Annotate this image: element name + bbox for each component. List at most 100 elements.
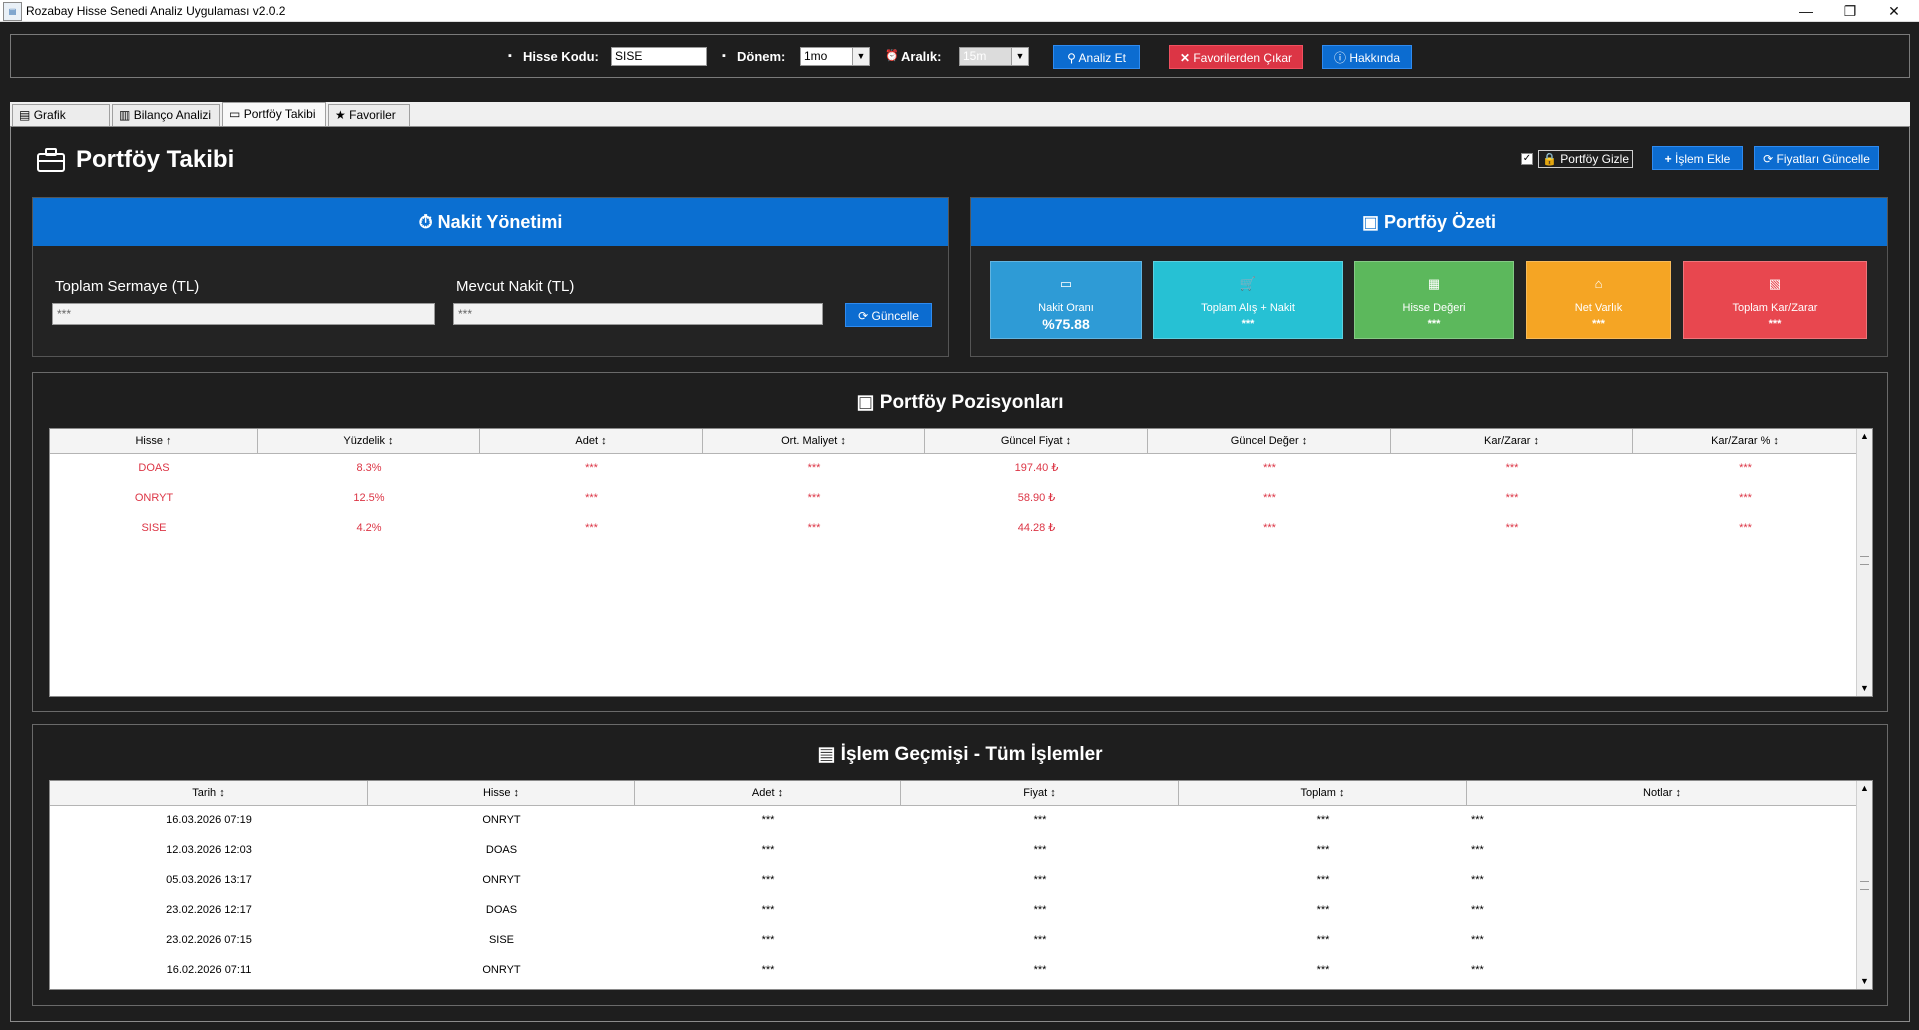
portfolio-summary-header: ▣ Portföy Özeti [971, 198, 1887, 246]
refresh-icon: ⟳ [1763, 152, 1774, 166]
clipboard-icon: ▤ [817, 744, 836, 765]
analyze-button[interactable]: ⚲ Analiz Et [1053, 45, 1140, 69]
history-title: İşlem Geçmişi - Tüm İşlemler [840, 744, 1103, 765]
table-cell: 23.02.2026 12:17 [166, 904, 252, 916]
table-cell: *** [1471, 874, 1484, 886]
column-header[interactable]: Hisse ↕ [368, 781, 635, 805]
update-prices-button[interactable]: ⟳ Fiyatları Güncelle [1754, 146, 1879, 170]
hide-portfolio-toggle[interactable]: 🔒 Portföy Gizle [1538, 150, 1633, 168]
summary-card-label: Nakit Oranı [1038, 302, 1094, 314]
table-cell: *** [807, 462, 821, 474]
scroll-grip[interactable] [1860, 881, 1869, 890]
table-row[interactable]: 16.03.2026 07:19 ONRYT *** *** *** *** [50, 805, 1858, 835]
table-cell: *** [1471, 964, 1484, 976]
add-transaction-button[interactable]: + İşlem Ekle [1652, 146, 1743, 170]
table-row[interactable]: 05.03.2026 13:17 ONRYT *** *** *** *** [50, 865, 1858, 895]
scroll-up-icon[interactable]: ▲ [1857, 781, 1872, 796]
table-cell: *** [761, 844, 775, 856]
scroll-down-icon[interactable]: ▼ [1857, 974, 1872, 989]
portfolio-summary-title: Portföy Özeti [1384, 212, 1497, 232]
update-cash-button-label: Güncelle [871, 309, 919, 323]
close-button[interactable]: ✕ [1874, 0, 1914, 22]
minimize-button[interactable]: — [1786, 0, 1826, 22]
column-header[interactable]: Tarih ↕ [50, 781, 368, 805]
column-header[interactable]: Notlar ↕ [1467, 781, 1858, 805]
calendar-icon: ▪ [722, 50, 726, 62]
table-cell: *** [585, 522, 598, 534]
table-cell: 16.02.2026 07:11 [166, 964, 252, 976]
stock-code-input[interactable]: SISE [611, 47, 707, 66]
remove-favorite-button[interactable]: ✕ Favorilerden Çıkar [1169, 45, 1303, 69]
positions-scrollbar[interactable]: ▲ ▼ [1856, 429, 1872, 696]
tab-favoriler[interactable]: ★ Favoriler [328, 104, 410, 126]
current-cash-input[interactable]: *** [453, 303, 823, 325]
scroll-down-icon[interactable]: ▼ [1857, 681, 1872, 696]
column-header[interactable]: Adet ↕ [480, 429, 703, 453]
chevron-down-icon[interactable]: ▼ [1011, 48, 1028, 65]
tab-bilanco-analizi[interactable]: ▥ Bilanço Analizi [112, 104, 220, 126]
table-cell: *** [1263, 522, 1276, 534]
tab-portfoy-takibi[interactable]: ▭ Portföy Takibi [222, 102, 326, 126]
about-button[interactable]: ⓘ Hakkında [1322, 45, 1412, 69]
table-cell: *** [1263, 462, 1276, 474]
column-header[interactable]: Yüzdelik ↕ [258, 429, 480, 453]
history-scrollbar[interactable]: ▲ ▼ [1856, 781, 1872, 989]
column-header[interactable]: Ort. Maliyet ↕ [703, 429, 925, 453]
table-row[interactable]: 12.03.2026 12:03 DOAS *** *** *** *** [50, 835, 1858, 865]
table-row[interactable]: ONRYT 12.5% *** *** 58.90 ₺ *** *** *** [50, 483, 1858, 513]
column-header[interactable]: Adet ↕ [635, 781, 901, 805]
table-cell: *** [761, 964, 775, 976]
table-row[interactable]: DOAS 8.3% *** *** 197.40 ₺ *** *** *** [50, 453, 1858, 483]
column-header[interactable]: Fiyat ↕ [901, 781, 1179, 805]
maximize-button[interactable]: ❐ [1830, 0, 1870, 22]
add-transaction-button-label: İşlem Ekle [1675, 152, 1731, 166]
hide-portfolio-label: Portföy Gizle [1560, 152, 1629, 166]
period-select[interactable]: 1mo ▼ [800, 47, 870, 66]
column-header[interactable]: Kar/Zarar % ↕ [1633, 429, 1858, 453]
history-section: ▤ İşlem Geçmişi - Tüm İşlemler Tarih ↕ Hi… [32, 724, 1888, 1006]
chevron-down-icon[interactable]: ▼ [852, 48, 869, 65]
column-header[interactable]: Güncel Fiyat ↕ [925, 429, 1148, 453]
toolbar: ▪ Hisse Kodu: SISE ▪ Dönem: 1mo ▼ ⏰ Aral… [10, 34, 1910, 78]
table-cell: *** [807, 492, 821, 504]
table-cell: DOAS [485, 844, 518, 856]
table-cell: 12.03.2026 12:03 [166, 844, 252, 856]
history-header: ▤ İşlem Geçmişi - Tüm İşlemler [33, 743, 1887, 766]
table-cell: *** [1739, 492, 1752, 504]
table-row[interactable]: 16.02.2026 07:11 ONRYT *** *** *** *** [50, 955, 1858, 985]
scroll-up-icon[interactable]: ▲ [1857, 429, 1872, 444]
table-row[interactable]: SISE 4.2% *** *** 44.28 ₺ *** *** *** [50, 513, 1858, 543]
interval-value: 15m [963, 49, 987, 63]
table-cell: *** [1033, 934, 1047, 946]
info-icon: ⓘ [1333, 51, 1346, 65]
column-header[interactable]: Güncel Değer ↕ [1148, 429, 1391, 453]
column-header[interactable]: Hisse ↑ [50, 429, 258, 453]
table-cell: *** [1471, 904, 1484, 916]
table-cell: *** [807, 522, 821, 534]
total-capital-input[interactable]: *** [52, 303, 435, 325]
scroll-grip[interactable] [1860, 556, 1869, 565]
close-icon: ✕ [1179, 51, 1190, 65]
tab-grafik-analizi[interactable]: ▤ Grafik Analizi [12, 104, 110, 143]
summary-card: ▦ Hisse Değeri *** [1354, 261, 1514, 339]
summary-card-value: *** [1768, 318, 1782, 330]
stopwatch-icon: ⏱ [418, 212, 433, 232]
table-row[interactable]: 23.02.2026 07:15 SISE *** *** *** *** [50, 925, 1858, 955]
cash-management-title: Nakit Yönetimi [437, 212, 563, 232]
table-cell: ONRYT [134, 492, 174, 504]
column-header[interactable]: Toplam ↕ [1179, 781, 1467, 805]
table-cell: *** [1471, 844, 1484, 856]
column-header[interactable]: Kar/Zarar ↕ [1391, 429, 1633, 453]
total-capital-label: Toplam Sermaye (TL) [55, 278, 200, 295]
table-row[interactable]: 23.02.2026 12:17 DOAS *** *** *** *** [50, 895, 1858, 925]
summary-card-label: Hisse Değeri [1402, 302, 1466, 314]
table-cell: *** [1739, 522, 1752, 534]
search-icon: ⚲ [1067, 51, 1076, 65]
interval-select[interactable]: 15m ▼ [959, 47, 1029, 66]
table-cell: *** [1739, 462, 1752, 474]
table-cell: SISE [488, 934, 515, 946]
box-icon: ▣ [1361, 212, 1379, 232]
hide-portfolio-checkbox[interactable]: ✓ [1521, 153, 1533, 165]
update-cash-button[interactable]: ⟳ Güncelle [845, 303, 932, 327]
stock-code-label: Hisse Kodu: [523, 49, 599, 64]
